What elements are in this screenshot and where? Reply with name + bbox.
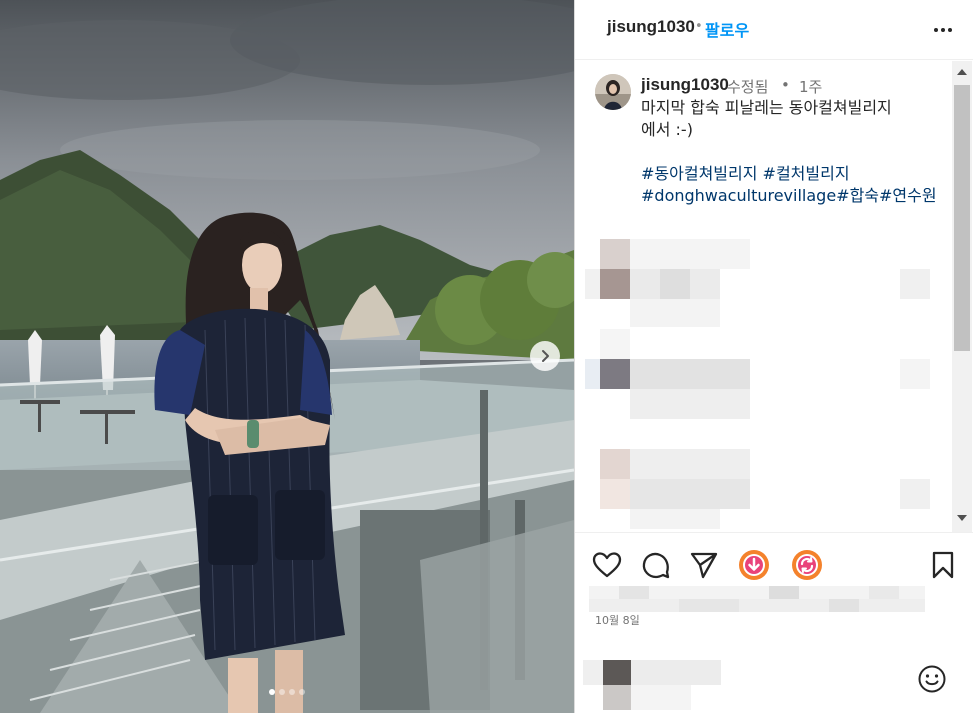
photo-scene — [0, 0, 574, 713]
caption-separator: • — [781, 76, 790, 94]
hashtag-link[interactable]: #컬처빌리지 — [763, 164, 850, 183]
header-separator: • — [695, 19, 703, 34]
hashtag-link[interactable]: #donghwaculturevillage — [641, 186, 836, 205]
post-photo[interactable] — [0, 0, 574, 713]
comment-icon[interactable] — [640, 549, 672, 581]
scrollbar-thumb[interactable] — [954, 85, 970, 351]
censored-comment — [585, 419, 945, 529]
censored-comment — [585, 239, 945, 329]
hashtag-link[interactable]: #연수원 — [879, 186, 937, 205]
carousel-indicator — [0, 689, 574, 695]
avatar-image — [595, 74, 631, 110]
carousel-dot-3 — [289, 689, 295, 695]
caption-username[interactable]: jisung1030 — [641, 75, 729, 95]
carousel-dot-2 — [279, 689, 285, 695]
smiley-icon[interactable] — [917, 664, 947, 694]
header-username[interactable]: jisung1030 — [607, 17, 695, 37]
next-photo-button[interactable] — [530, 341, 560, 371]
caption-text: 마지막 합숙 피날레는 동아컬쳐빌리지 에서 :-) — [641, 98, 892, 139]
censored-likes — [589, 586, 925, 612]
follow-button[interactable]: 팔로우 — [705, 17, 749, 41]
heart-icon[interactable] — [591, 549, 623, 581]
carousel-dot-4 — [299, 689, 305, 695]
hashtag-link[interactable]: #동아컬쳐빌리지 — [641, 164, 757, 183]
scroll-up-arrow-icon[interactable] — [957, 69, 967, 75]
hashtag-list: #동아컬쳐빌리지 #컬처빌리지 #donghwaculturevillage#합… — [641, 163, 941, 207]
censored-comment — [583, 660, 743, 710]
post-side-panel: jisung1030 • 팔로우 jisung1030 수정됨 • 1주 마지막… — [574, 0, 973, 713]
sync-extension-icon[interactable] — [791, 549, 823, 581]
bookmark-icon[interactable] — [927, 549, 959, 581]
more-horizontal-icon[interactable] — [931, 18, 955, 42]
censored-likes-pixels — [589, 586, 925, 612]
chevron-right-icon — [542, 350, 549, 362]
post-date[interactable]: 10월 8일 — [595, 612, 640, 628]
scroll-down-arrow-icon[interactable] — [957, 515, 967, 521]
edited-label: 수정됨 — [727, 78, 769, 96]
hashtag-link[interactable]: #합숙 — [836, 186, 879, 205]
avatar[interactable] — [595, 74, 631, 110]
comments-scroll-area[interactable]: jisung1030 수정됨 • 1주 마지막 합숙 피날레는 동아컬쳐빌리지 … — [575, 61, 973, 532]
download-extension-icon[interactable] — [738, 549, 770, 581]
send-icon[interactable] — [688, 549, 720, 581]
censored-comment — [585, 329, 945, 419]
carousel-dot-1 — [269, 689, 275, 695]
scrollbar[interactable] — [952, 61, 972, 532]
post-header: jisung1030 • 팔로우 — [575, 0, 973, 60]
censored-comment-pixels — [583, 660, 721, 710]
post-time[interactable]: 1주 — [799, 76, 822, 97]
